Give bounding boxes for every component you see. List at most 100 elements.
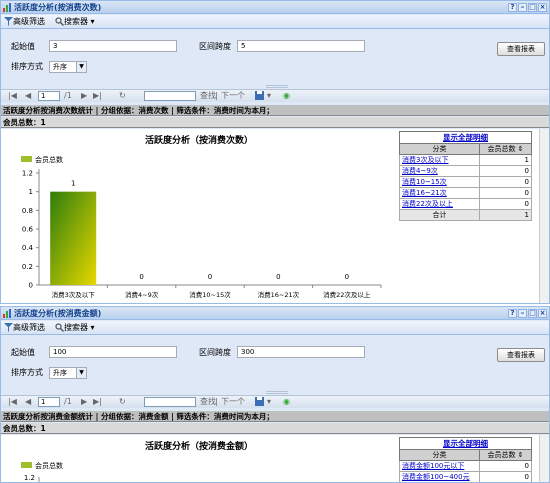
minimize-button[interactable]: – (518, 309, 527, 318)
advanced-filter-button[interactable]: 高级筛选 (4, 323, 45, 333)
x-tick-label: 消费4~9次 (125, 290, 159, 299)
bar[interactable] (50, 191, 97, 285)
detail-panel: 显示全部明细 分类 会员总数 ⇕ 消费金额100元以下 0 消费金额100~400… (399, 437, 532, 482)
prev-page-icon[interactable]: ◀ (25, 397, 31, 407)
table-row: 消费22次及以上 0 (399, 198, 532, 210)
col-category[interactable]: 分类 (399, 449, 480, 461)
sort-select[interactable]: 升序 ▼ (49, 367, 87, 379)
find-input[interactable] (144, 91, 196, 101)
print-icon[interactable]: ◉ (283, 91, 290, 101)
first-page-icon[interactable]: |◀ (8, 397, 17, 407)
detail-header-row: 分类 会员总数 ⇕ (399, 449, 532, 461)
x-tick-label: 消费16~21次 (258, 290, 300, 299)
refresh-icon[interactable]: ↻ (119, 91, 126, 101)
splitter-handle[interactable] (266, 391, 288, 394)
bar-chart: 活跃度分析（按消费次数） 会员总数 0 0.2 0.4 0.6 0.8 1 1.2 消费3次及… (21, 134, 382, 299)
category-link-text[interactable]: 消费金额100元以下 (402, 462, 464, 470)
save-icon[interactable] (255, 91, 264, 101)
category-link-text[interactable]: 消费16~21次 (402, 189, 447, 197)
category-link[interactable]: 消费16~21次 (399, 187, 480, 199)
interval-input[interactable]: 300 (237, 346, 365, 358)
vertical-scrollbar[interactable] (539, 129, 549, 303)
category-link[interactable]: 消费3次及以下 (399, 154, 480, 166)
table-row: 消费金额100元以下 0 (399, 460, 532, 472)
report-window-count: 活跃度分析(按消费次数) ? – □ × 高级筛选 搜索器 ▾ 起始值 3 区间… (0, 0, 550, 304)
show-all-details-link[interactable]: 显示全部明细 (399, 437, 532, 449)
window-title: 活跃度分析(按消费金额) (14, 309, 102, 318)
close-button[interactable]: × (538, 3, 547, 12)
category-link[interactable]: 消费金额100~400元 (399, 471, 480, 482)
maximize-button[interactable]: □ (528, 3, 537, 12)
y-tick-label: 0.8 (22, 207, 33, 215)
splitter-handle[interactable] (266, 85, 288, 88)
page-number-input[interactable]: 1 (38, 91, 60, 101)
find-button[interactable]: 查找 (200, 397, 216, 407)
col-category[interactable]: 分类 (399, 143, 480, 155)
y-tick-label: 1.2 (22, 170, 33, 178)
member-count: 0 (479, 460, 532, 472)
last-page-icon[interactable]: ▶| (93, 91, 102, 101)
detail-table: 分类 会员总数 ⇕ 消费3次及以下 1 消费4~9次 0 消费10~15次 0 消费1… (399, 143, 532, 221)
chart-panel: 活跃度分析（按消费次数） 会员总数 0 0.2 0.4 0.6 0.8 1 1.2 消费3次及… (1, 129, 549, 303)
category-link-text[interactable]: 消费3次及以下 (402, 156, 448, 164)
title-bar: 活跃度分析(按消费金额) ? – □ × (1, 307, 549, 320)
print-icon[interactable]: ◉ (283, 397, 290, 407)
next-page-icon[interactable]: ▶ (81, 397, 87, 407)
x-tick-label: 消费3次及以下 (52, 290, 96, 299)
show-all-details-text[interactable]: 显示全部明细 (443, 133, 488, 142)
searcher-dropdown[interactable]: 搜索器 ▾ (55, 323, 95, 333)
category-link-text[interactable]: 消费10~15次 (402, 178, 447, 186)
prev-page-icon[interactable]: ◀ (25, 91, 31, 101)
save-icon[interactable] (255, 397, 264, 407)
view-report-button[interactable]: 查看报表 (497, 348, 545, 362)
advanced-filter-label: 高级筛选 (13, 323, 45, 332)
category-link-text[interactable]: 消费22次及以上 (402, 200, 453, 208)
category-link[interactable]: 消费10~15次 (399, 176, 480, 188)
show-all-details-text[interactable]: 显示全部明细 (443, 439, 488, 448)
refresh-icon[interactable]: ↻ (119, 397, 126, 407)
chevron-down-icon[interactable]: ▾ (267, 397, 271, 407)
next-page-icon[interactable]: ▶ (81, 91, 87, 101)
col-member-total[interactable]: 会员总数 ⇕ (479, 143, 532, 155)
category-link[interactable]: 消费4~9次 (399, 165, 480, 177)
find-next-button[interactable]: 下一个 (221, 91, 245, 101)
help-button[interactable]: ? (508, 309, 517, 318)
category-link-text[interactable]: 消费4~9次 (402, 167, 438, 175)
maximize-button[interactable]: □ (528, 309, 537, 318)
page-number-input[interactable]: 1 (38, 397, 60, 407)
total-value: 1 (479, 209, 532, 221)
advanced-filter-button[interactable]: 高级筛选 (4, 17, 45, 27)
close-button[interactable]: × (538, 309, 547, 318)
y-tick-label: 1.2 (24, 474, 35, 482)
vertical-scrollbar[interactable] (539, 435, 549, 482)
table-row: 消费10~15次 0 (399, 176, 532, 188)
sort-label: 排序方式 (11, 368, 43, 377)
category-link[interactable]: 消费22次及以上 (399, 198, 480, 210)
table-row: 消费4~9次 0 (399, 165, 532, 177)
y-tick-label: 0.2 (22, 263, 33, 271)
last-page-icon[interactable]: ▶| (93, 397, 102, 407)
find-button[interactable]: 查找 (200, 91, 216, 101)
chevron-down-icon: ▼ (76, 368, 86, 378)
first-page-icon[interactable]: |◀ (8, 91, 17, 101)
category-link-text[interactable]: 消费金额100~400元 (402, 473, 470, 481)
help-button[interactable]: ? (508, 3, 517, 12)
chevron-down-icon: ▾ (88, 323, 95, 332)
find-input[interactable] (144, 397, 196, 407)
sort-select-value: 升序 (53, 369, 67, 377)
interval-input[interactable]: 5 (237, 40, 365, 52)
filter-icon (4, 323, 13, 332)
category-link[interactable]: 消费金额100元以下 (399, 460, 480, 472)
searcher-label: 搜索器 (64, 17, 88, 26)
sort-select[interactable]: 升序 ▼ (49, 61, 87, 73)
searcher-dropdown[interactable]: 搜索器 ▾ (55, 17, 95, 27)
col-member-total[interactable]: 会员总数 ⇕ (479, 449, 532, 461)
member-count: 1 (479, 154, 532, 166)
show-all-details-link[interactable]: 显示全部明细 (399, 131, 532, 143)
find-next-button[interactable]: 下一个 (221, 397, 245, 407)
start-value-input[interactable]: 3 (49, 40, 177, 52)
minimize-button[interactable]: – (518, 3, 527, 12)
view-report-button[interactable]: 查看报表 (497, 42, 545, 56)
start-value-input[interactable]: 100 (49, 346, 177, 358)
chevron-down-icon[interactable]: ▾ (267, 91, 271, 101)
